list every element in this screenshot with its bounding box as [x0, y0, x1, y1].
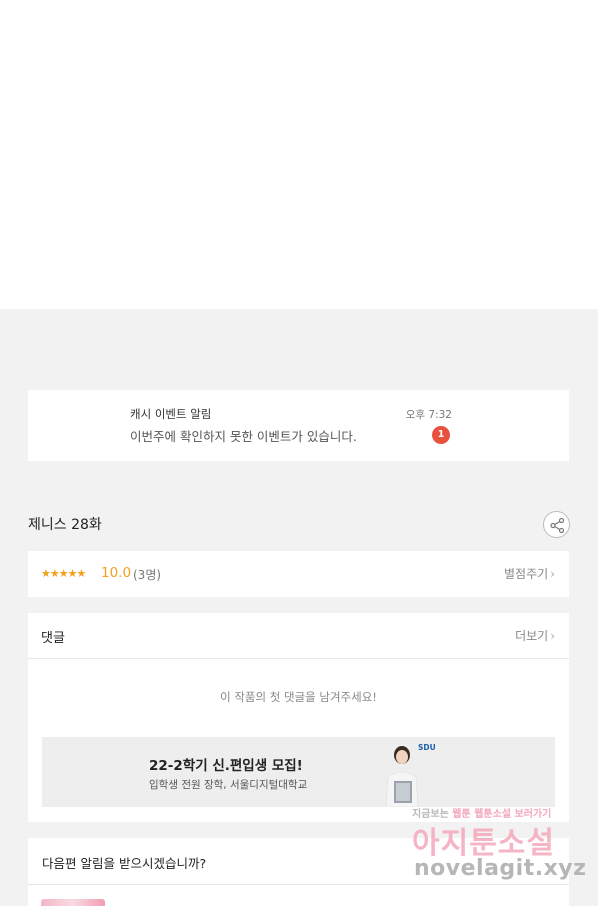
comments-more-label: 더보기: [515, 629, 549, 643]
rating-stars: ★★★★★: [41, 567, 86, 580]
comments-header: 댓글 더보기 ›: [28, 613, 569, 659]
rate-button-label: 별점주기: [504, 567, 549, 581]
episode-title: 제니스 28화: [28, 517, 102, 533]
rate-button[interactable]: 별점주기 ›: [504, 565, 555, 582]
ad-banner[interactable]: 22-2학기 신.편입생 모집! 입학생 전원 장학, 서울디지털대학교 SDU: [42, 737, 555, 807]
next-alert-title: 다음편 알림을 받으시겠습니까?: [42, 856, 207, 871]
comments-more-button[interactable]: 더보기 ›: [515, 627, 555, 644]
share-button[interactable]: [543, 511, 570, 538]
rating-count: (3명): [133, 568, 162, 582]
comments-empty-text: 이 작품의 첫 댓글을 남겨주세요!: [220, 690, 377, 704]
next-episode-alert-card[interactable]: 다음편 알림을 받으시겠습니까?: [28, 838, 569, 906]
notification-card[interactable]: 캐시 이벤트 알림 이번주에 확인하지 못한 이벤트가 있습니다. 오후 7:3…: [28, 390, 569, 461]
comments-card: 댓글 더보기 › 이 작품의 첫 댓글을 남겨주세요! 22-2학기 신.편입생 …: [28, 613, 569, 822]
chevron-right-icon: ›: [550, 629, 555, 643]
notification-badge: 1: [432, 426, 450, 444]
comments-title: 댓글: [41, 631, 65, 646]
ad-subtitle: 입학생 전원 장학, 서울디지털대학교: [149, 779, 308, 791]
ad-logo: SDU: [418, 743, 436, 752]
chevron-right-icon: ›: [550, 567, 555, 581]
content-image-area: [0, 0, 598, 309]
rating-score: 10.0: [101, 565, 132, 581]
rating-card: ★★★★★ 10.0 (3명) 별점주기 ›: [28, 551, 569, 597]
divider: [28, 884, 569, 885]
share-icon: [550, 517, 565, 534]
next-episode-thumbnail[interactable]: [41, 899, 105, 906]
notification-message: 이번주에 확인하지 못한 이벤트가 있습니다.: [130, 429, 357, 444]
notification-time: 오후 7:32: [405, 409, 452, 421]
ad-title: 22-2학기 신.편입생 모집!: [149, 758, 303, 774]
notification-title: 캐시 이벤트 알림: [130, 407, 212, 421]
